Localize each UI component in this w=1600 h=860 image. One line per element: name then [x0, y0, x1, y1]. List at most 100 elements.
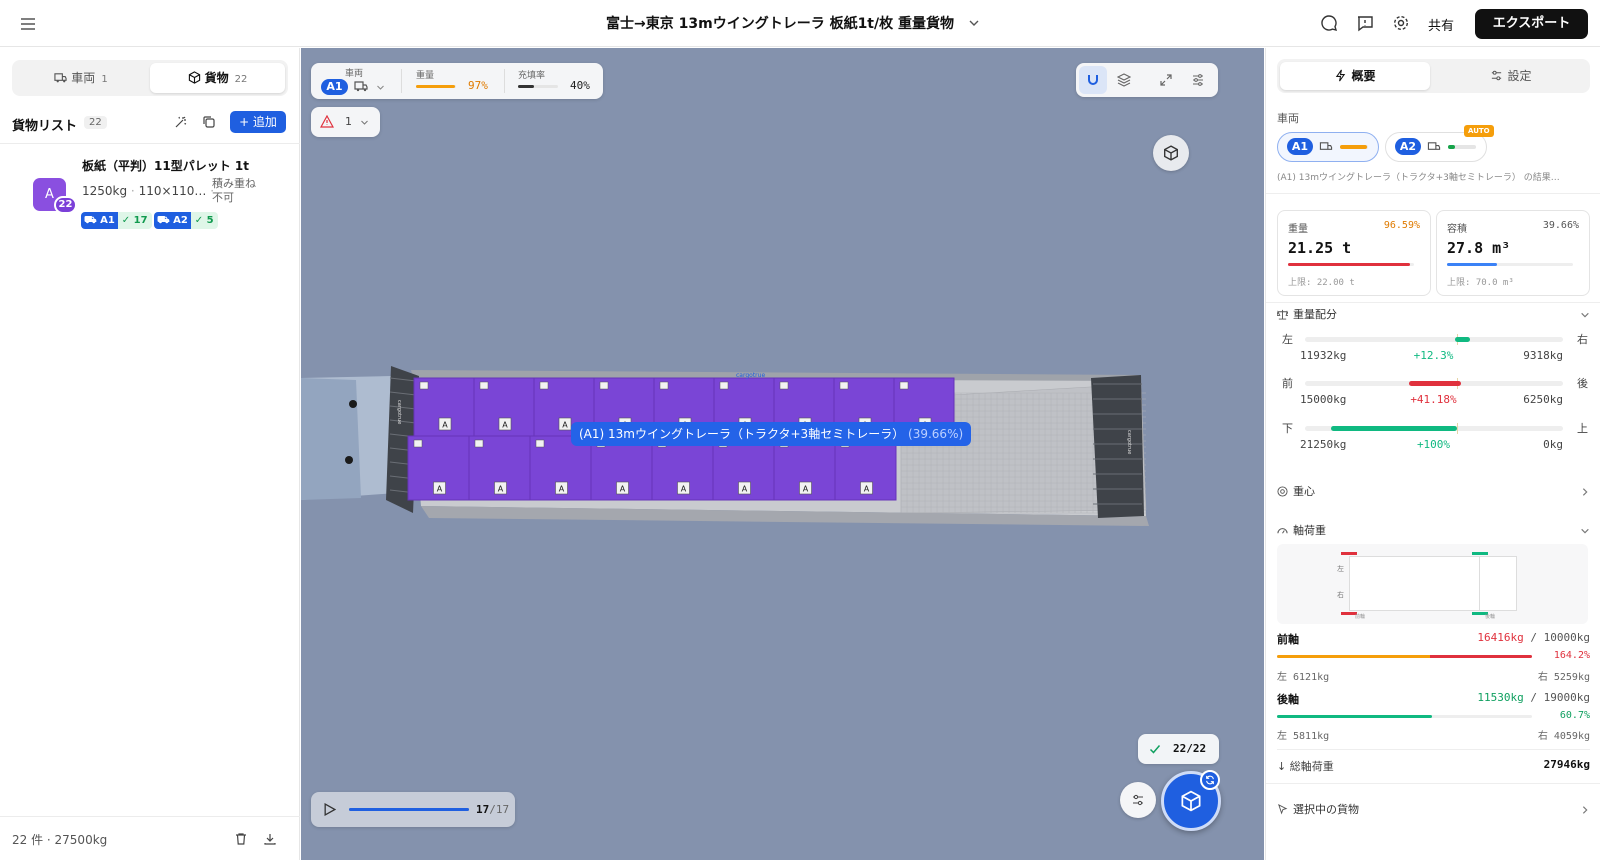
cargo-arrow-icon: [474, 439, 484, 448]
volume-card: 容積 39.66% 27.8 m³ 上限: 70.0 m³: [1436, 210, 1590, 296]
download-icon[interactable]: [263, 832, 277, 846]
axle-load-header[interactable]: 軸荷重: [1277, 522, 1326, 538]
box-icon: [1181, 790, 1201, 812]
vehicle-pill-a1[interactable]: A1: [1277, 132, 1379, 162]
chevron-down-icon[interactable]: [968, 17, 980, 29]
sliders-icon: [1492, 70, 1502, 81]
tab-settings[interactable]: 設定: [1435, 62, 1587, 90]
chevron-down-icon[interactable]: [1580, 526, 1590, 536]
cog-header[interactable]: 重心: [1277, 483, 1315, 499]
rear-axle-load: 11530kg / 19000kg: [1477, 691, 1590, 704]
tab-vehicles[interactable]: 車両 1: [15, 63, 147, 93]
dist-track: [1305, 423, 1563, 434]
3d-viewer[interactable]: AAAAAAAAAAAAAAAAA cargotrue cargotrue ca…: [301, 48, 1264, 860]
cargo-stack-note: 積み重ね不可: [212, 177, 256, 204]
weight-card: 重量 96.59% 21.25 t 上限: 22.00 t: [1277, 210, 1431, 296]
dist-indicator: [1454, 337, 1471, 342]
dist-left-label: 左: [1282, 333, 1293, 346]
card-percent: 39.66%: [1542, 220, 1579, 231]
cube-icon: [1164, 145, 1178, 161]
vehicle-pill-a2[interactable]: A2 AUTO: [1385, 125, 1494, 162]
dist-right-value: 6250kg: [1523, 393, 1563, 406]
cargo-label: A: [742, 485, 748, 494]
expand-icon[interactable]: [1159, 73, 1173, 87]
wall-label-front: cargotrue: [396, 400, 402, 424]
chevron-down-icon[interactable]: [376, 83, 385, 92]
chevron-right-icon[interactable]: [1580, 487, 1590, 497]
tab-overview[interactable]: 概要: [1280, 62, 1430, 90]
cargo-arrow-icon: [659, 381, 669, 390]
vehicle-select[interactable]: A1: [321, 79, 348, 95]
card-label: 容積: [1447, 224, 1467, 235]
dist-indicator: [1409, 381, 1461, 386]
copy-icon[interactable]: [202, 115, 216, 129]
playback-bar: 17/17: [311, 792, 515, 827]
target-icon: [1277, 486, 1288, 497]
magnet-button[interactable]: [1079, 66, 1107, 94]
gear-icon[interactable]: [1392, 14, 1410, 32]
placed-status: 22/22: [1138, 734, 1219, 764]
play-icon[interactable]: [323, 803, 336, 816]
cargo-arrow-icon: [719, 381, 729, 390]
dist-right-value: 9318kg: [1523, 349, 1563, 362]
list-item[interactable]: A 22 板紙（平判）11型パレット 1t 1250kg · 110×110… …: [0, 148, 300, 240]
fill-percent: 40%: [570, 79, 590, 92]
share-button[interactable]: 共有: [1428, 15, 1454, 34]
card-bar: [1288, 263, 1414, 266]
app-window: 富士→東京 13mウイングトレーラ 板紙1t/枚 重量貨物 共有 エクスポート …: [0, 0, 1600, 860]
dist-center-mark: [1457, 423, 1458, 434]
dist-track: [1305, 378, 1563, 389]
cargo-label: A: [620, 485, 626, 494]
section-title: 重心: [1293, 485, 1315, 498]
truck-icon: ⛟: [84, 215, 97, 226]
feedback-icon[interactable]: [1356, 14, 1374, 32]
dist-right-label: 右: [1577, 333, 1588, 346]
truck-icon: ⛟: [157, 215, 170, 226]
filter-button[interactable]: [1120, 782, 1156, 818]
auto-badge: AUTO: [1464, 125, 1494, 137]
sliders-icon[interactable]: [1191, 73, 1205, 87]
truck-scene[interactable]: AAAAAAAAAAAAAAAAA cargotrue cargotrue ca…: [301, 48, 1264, 860]
refresh-badge: [1200, 770, 1220, 790]
front-axle-load: 16416kg / 10000kg: [1477, 631, 1590, 644]
placed-count: 22/22: [1173, 742, 1207, 755]
export-button[interactable]: エクスポート: [1475, 9, 1588, 39]
layers-icon[interactable]: [1117, 73, 1131, 87]
warning-count: 1: [345, 115, 352, 128]
vehicle-tag-a1[interactable]: ⛟ A1 ✓ 17: [81, 212, 152, 229]
cargo-arrow-icon: [535, 439, 545, 448]
divider: [1266, 783, 1600, 784]
vehicle-tag-a2[interactable]: ⛟ A2 ✓ 5: [154, 212, 218, 229]
chat-icon[interactable]: [1320, 14, 1338, 32]
card-limit: 上限: 70.0 m³: [1447, 278, 1514, 288]
vehicle-label: 車両: [345, 69, 364, 79]
weight-distribution-header[interactable]: 重量配分: [1276, 306, 1337, 322]
tab-label: 概要: [1351, 69, 1376, 83]
tab-cargo[interactable]: 貨物 22: [150, 63, 285, 93]
rear-axle-bar: [1277, 715, 1532, 718]
wall-label-rear: cargotrue: [1126, 430, 1132, 454]
weight-percent: 97%: [468, 79, 488, 92]
pack-button[interactable]: [1161, 770, 1221, 831]
cargo-label: A: [803, 485, 809, 494]
playback-slider[interactable]: [349, 808, 469, 811]
tab-label: 車両: [71, 71, 96, 85]
cargo-arrow-icon: [539, 381, 549, 390]
magic-icon[interactable]: [174, 115, 188, 129]
dist-left-label: 前: [1282, 377, 1293, 390]
add-cargo-button[interactable]: + 追加: [230, 111, 286, 133]
divider: [1266, 302, 1600, 303]
view-cube-button[interactable]: [1153, 135, 1189, 171]
dist-indicator: [1331, 426, 1457, 431]
rear-axle-label: 後軸: [1277, 693, 1299, 706]
fill-label: 充填率: [518, 71, 546, 81]
warning-chip[interactable]: 1: [311, 107, 380, 137]
cargo-arrow-icon: [779, 381, 789, 390]
vehicle-id: A1: [1287, 138, 1313, 155]
footer-summary: 22 件 · 27500kg: [12, 833, 108, 847]
trash-icon[interactable]: [234, 832, 248, 846]
chevron-down-icon[interactable]: [1580, 310, 1590, 320]
selected-cargo-header[interactable]: 選択中の貨物: [1277, 801, 1359, 817]
chevron-right-icon[interactable]: [1580, 805, 1590, 815]
cargo-arrow-icon: [419, 381, 429, 390]
